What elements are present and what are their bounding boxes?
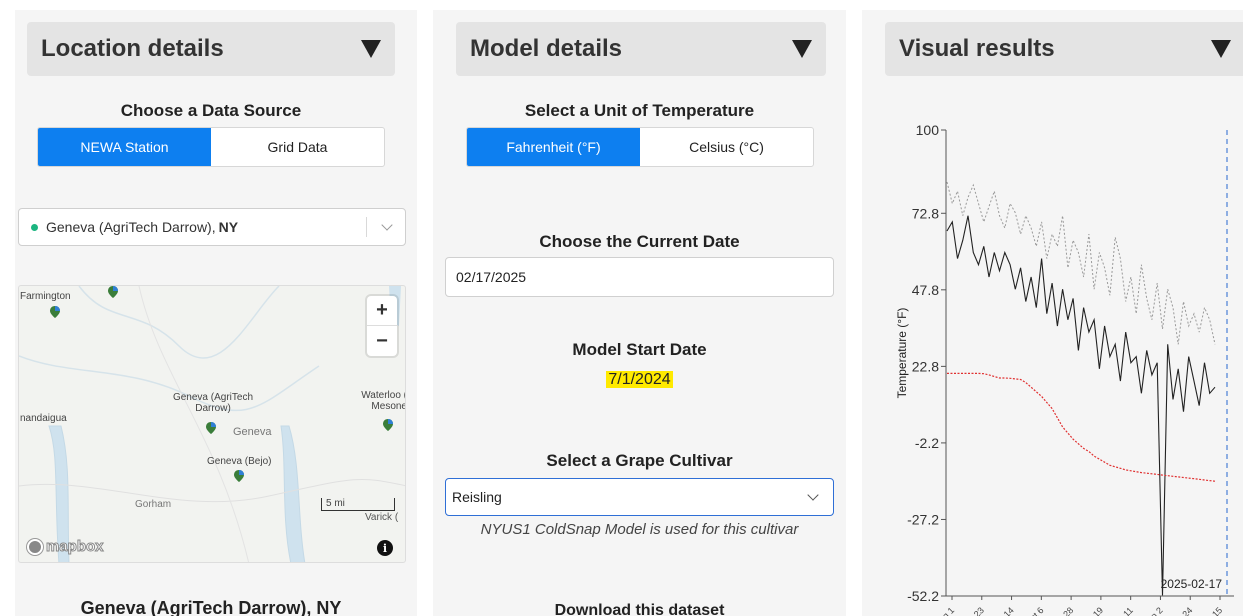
y-tick-label: 47.8: [912, 282, 939, 298]
collapse-caret-icon[interactable]: [1211, 40, 1231, 58]
map-scale-label: 5 mi: [326, 498, 345, 509]
celsius-option[interactable]: Celsius (°C): [640, 128, 813, 166]
y-tick-label: 72.8: [912, 205, 939, 221]
collapse-caret-icon[interactable]: [361, 40, 381, 58]
data-source-label: Choose a Data Source: [120, 101, 302, 120]
model-start-label: Model Start Date: [572, 340, 707, 359]
cultivar-value: Reisling: [452, 489, 502, 505]
map-label-geneva: Geneva: [233, 426, 272, 438]
x-tick-label: Aug 1: [933, 605, 957, 616]
station-select[interactable]: Geneva (AgriTech Darrow), NY: [18, 208, 406, 246]
station-select-name: Geneva (AgriTech Darrow),: [46, 219, 216, 235]
y-tick-label: -27.2: [907, 511, 939, 527]
location-panel-title: Location details: [41, 35, 224, 62]
model-start-wrapper: 7/1/2024: [433, 371, 846, 389]
x-tick-label: Dec 11: [1108, 605, 1135, 616]
map-info-icon[interactable]: i: [377, 540, 393, 556]
station-pin-icon[interactable]: [206, 422, 216, 434]
x-tick-label: Feb 15: [1197, 605, 1224, 616]
newa-station-option[interactable]: NEWA Station: [38, 128, 211, 166]
mapbox-wordmark: mapbox: [46, 538, 105, 556]
map-label-farmington: Farmington: [20, 291, 71, 302]
mapbox-icon: [27, 538, 43, 555]
station-pin-icon[interactable]: [383, 419, 393, 431]
current-date-label: 2025-02-17: [1161, 577, 1223, 591]
map-label-waterloo: Waterloo ( Mesone: [361, 390, 406, 412]
collapse-caret-icon[interactable]: [792, 40, 812, 58]
station-pin-icon[interactable]: [50, 306, 60, 318]
temperature-chart: 100 72.8 47.8 22.8 -2.2 -27.2 -52.2 Temperature…: [862, 105, 1243, 616]
download-label: Download this dataset: [554, 602, 725, 616]
chevron-down-icon[interactable]: [381, 219, 393, 231]
station-status-dot: [31, 223, 38, 231]
y-tick-label: -52.2: [907, 588, 939, 604]
map-zoom-controls: + −: [367, 296, 397, 356]
x-tick-label: Aug 23: [959, 605, 986, 616]
x-tick-label: Sep 14: [989, 605, 1016, 616]
y-axis-label: Temperature (°F): [895, 308, 909, 399]
unit-toggle: Fahrenheit (°F) Celsius (°C): [466, 127, 814, 167]
station-select-state: NY: [218, 219, 239, 235]
current-date-input[interactable]: 02/17/2025: [445, 257, 834, 297]
fahrenheit-option[interactable]: Fahrenheit (°F): [467, 128, 640, 166]
cultivar-label: Select a Grape Cultivar: [546, 451, 733, 470]
model-start-date: 7/1/2024: [606, 371, 673, 388]
model-panel: Model details Select a Unit of Temperatu…: [433, 10, 846, 616]
x-tick-label: Jan 2: [1142, 605, 1165, 616]
zoom-out-button[interactable]: −: [367, 326, 397, 356]
chevron-down-icon[interactable]: [807, 489, 819, 501]
model-panel-header[interactable]: Model details: [456, 22, 826, 76]
x-tick-label: Nov 19: [1078, 605, 1105, 616]
temperature-chart-svg: 100 72.8 47.8 22.8 -2.2 -27.2 -52.2 Temperature…: [895, 122, 1234, 616]
results-panel-title: Visual results: [899, 35, 1055, 62]
map-label-varick: Varick (: [365, 512, 399, 523]
station-pin-icon[interactable]: [108, 286, 118, 298]
map-label-gorham: Gorham: [135, 499, 172, 510]
zoom-in-button[interactable]: +: [367, 296, 397, 326]
cultivar-select[interactable]: Reisling: [445, 478, 834, 516]
mapbox-logo: mapbox: [27, 538, 105, 556]
x-tick-label: Oct 28: [1050, 605, 1076, 616]
x-tick-label: Oct 6: [1023, 605, 1045, 616]
location-panel: Location details Choose a Data Source NE…: [15, 10, 417, 616]
map-label-geneva-agritech: Geneva (AgriTech Darrow): [172, 392, 254, 414]
results-panel: Visual results 100 72.8 47.8 22.8 -2.2 -27.2 -…: [862, 10, 1243, 616]
y-tick-label: -2.2: [915, 435, 939, 451]
x-tick-label: Jan 24: [1168, 605, 1194, 616]
grid-data-option[interactable]: Grid Data: [211, 128, 384, 166]
location-panel-header[interactable]: Location details: [27, 22, 395, 76]
y-tick-label: 22.8: [912, 358, 939, 374]
map-scale-bar: 5 mi: [321, 498, 395, 511]
cultivar-note: NYUS1 ColdSnap Model is used for this cu…: [480, 521, 799, 538]
station-map[interactable]: Farmington Geneva (AgriTech Darrow) Gene…: [18, 285, 406, 563]
station-pin-icon[interactable]: [234, 470, 244, 482]
model-panel-title: Model details: [470, 35, 623, 62]
data-source-toggle: NEWA Station Grid Data: [37, 127, 385, 167]
map-label-geneva-bejo: Geneva (Bejo): [207, 456, 272, 467]
results-panel-header[interactable]: Visual results: [885, 22, 1243, 76]
select-separator: [366, 217, 367, 237]
station-heading: Geneva (AgriTech Darrow), NY: [80, 598, 342, 616]
min-temp-line: [946, 215, 1216, 596]
unit-label: Select a Unit of Temperature: [524, 101, 755, 120]
y-tick-label: 100: [916, 122, 940, 138]
map-label-canandaigua: nandaigua: [20, 413, 67, 424]
current-date-label: Choose the Current Date: [539, 232, 740, 251]
